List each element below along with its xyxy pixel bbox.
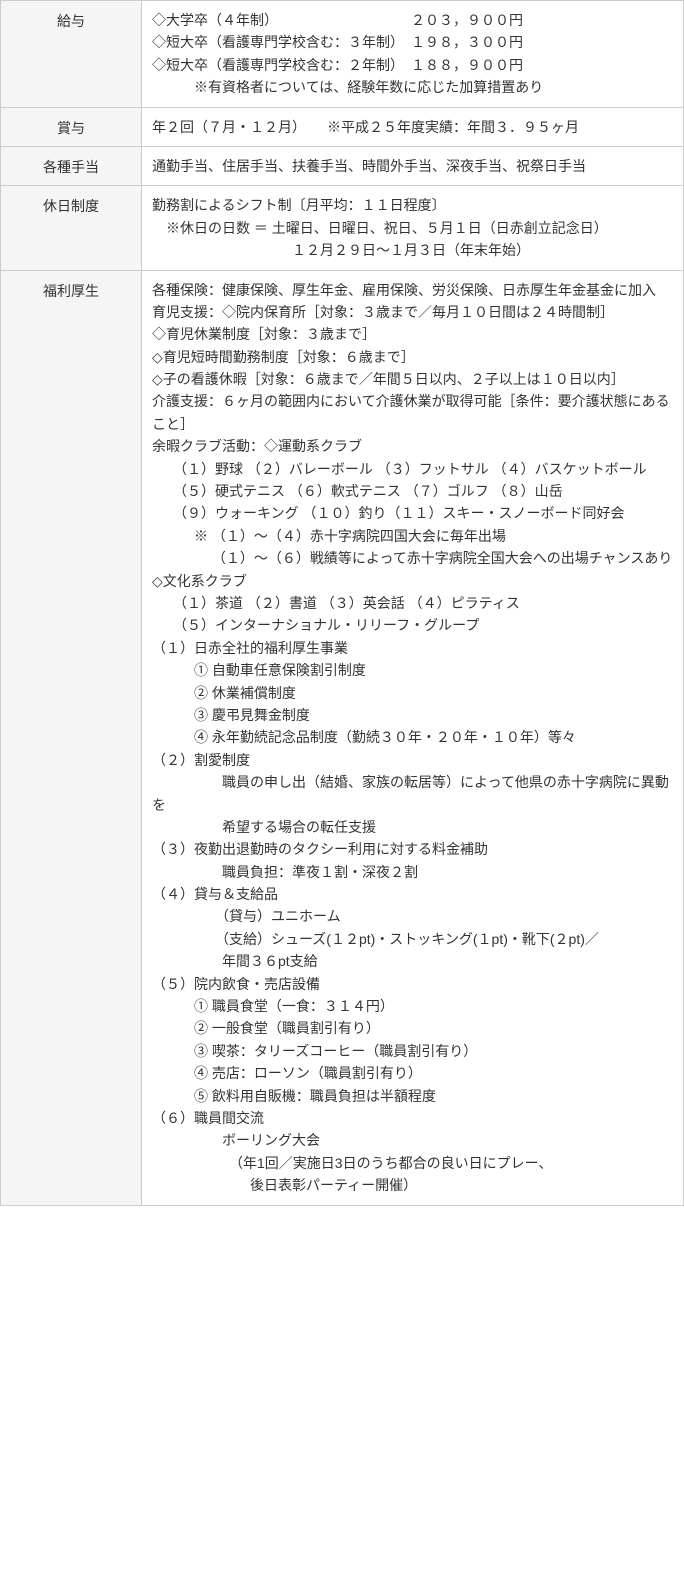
info-table: 給与 ◇大学卒（４年制） ２０３，９００円 ◇短大卒（看護専門学校含む：３年制）… bbox=[0, 0, 684, 1206]
row-label-allowance: 各種手当 bbox=[1, 146, 142, 185]
row-label-welfare: 福利厚生 bbox=[1, 270, 142, 1205]
row-label-holiday: 休日制度 bbox=[1, 186, 142, 270]
table-row: 各種手当 通勤手当、住居手当、扶養手当、時間外手当、深夜手当、祝祭日手当 bbox=[1, 146, 684, 185]
table-row: 給与 ◇大学卒（４年制） ２０３，９００円 ◇短大卒（看護専門学校含む：３年制）… bbox=[1, 1, 684, 108]
table-row: 休日制度 勤務割によるシフト制〔月平均：１１日程度〕 ※休日の日数 ＝ 土曜日、… bbox=[1, 186, 684, 270]
row-content-welfare: 各種保険：健康保険、厚生年金、雇用保険、労災保険、日赤厚生年金基金に加入 育児支… bbox=[142, 270, 684, 1205]
row-content-salary: ◇大学卒（４年制） ２０３，９００円 ◇短大卒（看護専門学校含む：３年制） １９… bbox=[142, 1, 684, 108]
row-content-allowance: 通勤手当、住居手当、扶養手当、時間外手当、深夜手当、祝祭日手当 bbox=[142, 146, 684, 185]
row-content-holiday: 勤務割によるシフト制〔月平均：１１日程度〕 ※休日の日数 ＝ 土曜日、日曜日、祝… bbox=[142, 186, 684, 270]
table-row: 福利厚生 各種保険：健康保険、厚生年金、雇用保険、労災保険、日赤厚生年金基金に加… bbox=[1, 270, 684, 1205]
row-content-bonus: 年２回（７月・１２月） ※平成２５年度実績：年間３．９５ヶ月 bbox=[142, 107, 684, 146]
row-label-bonus: 賞与 bbox=[1, 107, 142, 146]
table-body: 給与 ◇大学卒（４年制） ２０３，９００円 ◇短大卒（看護専門学校含む：３年制）… bbox=[1, 1, 684, 1206]
row-label-salary: 給与 bbox=[1, 1, 142, 108]
table-row: 賞与 年２回（７月・１２月） ※平成２５年度実績：年間３．９５ヶ月 bbox=[1, 107, 684, 146]
